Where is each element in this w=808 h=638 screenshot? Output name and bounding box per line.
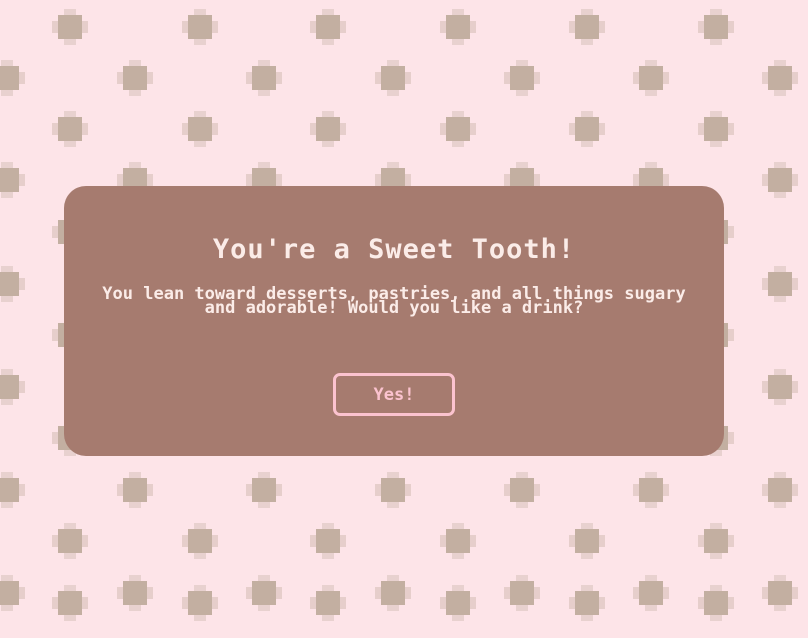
pattern-square	[762, 472, 798, 508]
pattern-square	[762, 60, 798, 96]
pattern-square	[117, 575, 153, 611]
pattern-square	[698, 9, 734, 45]
pattern-square	[52, 111, 88, 147]
pattern-square	[504, 60, 540, 96]
pattern-square	[633, 472, 669, 508]
pattern-square	[698, 111, 734, 147]
pattern-square	[246, 472, 282, 508]
pattern-square	[117, 60, 153, 96]
pattern-square	[0, 266, 25, 302]
pattern-square	[375, 60, 411, 96]
pattern-square	[440, 111, 476, 147]
pattern-square	[52, 9, 88, 45]
result-dialog: You're a Sweet Tooth! You lean toward de…	[64, 186, 724, 456]
pattern-square	[762, 369, 798, 405]
pattern-square	[182, 523, 218, 559]
pattern-square	[246, 575, 282, 611]
pattern-square	[246, 60, 282, 96]
pattern-square	[0, 369, 25, 405]
pattern-square	[698, 523, 734, 559]
pattern-square	[310, 9, 346, 45]
pattern-square	[0, 60, 25, 96]
pattern-square	[117, 472, 153, 508]
pattern-square	[762, 162, 798, 198]
pattern-square	[375, 575, 411, 611]
pattern-square	[182, 9, 218, 45]
pattern-square	[0, 162, 25, 198]
pattern-square	[569, 585, 605, 621]
pattern-square	[310, 585, 346, 621]
pattern-square	[569, 523, 605, 559]
pattern-square	[310, 523, 346, 559]
pattern-square	[633, 60, 669, 96]
dialog-title: You're a Sweet Tooth!	[212, 234, 576, 265]
pattern-square	[633, 575, 669, 611]
pattern-square	[504, 575, 540, 611]
pattern-square	[375, 472, 411, 508]
pattern-square	[440, 585, 476, 621]
dialog-message: You lean toward desserts, pastries, and …	[102, 284, 686, 318]
pattern-square	[698, 585, 734, 621]
pattern-square	[310, 111, 346, 147]
pattern-square	[182, 111, 218, 147]
pattern-square	[762, 266, 798, 302]
pattern-square	[0, 472, 25, 508]
pattern-square	[569, 111, 605, 147]
pattern-square	[440, 523, 476, 559]
pattern-square	[52, 585, 88, 621]
pattern-square	[182, 585, 218, 621]
pattern-square	[440, 9, 476, 45]
pattern-square	[569, 9, 605, 45]
pattern-square	[52, 523, 88, 559]
pattern-square	[762, 575, 798, 611]
yes-button[interactable]: Yes!	[333, 373, 455, 416]
pattern-square	[0, 575, 25, 611]
pattern-square	[504, 472, 540, 508]
